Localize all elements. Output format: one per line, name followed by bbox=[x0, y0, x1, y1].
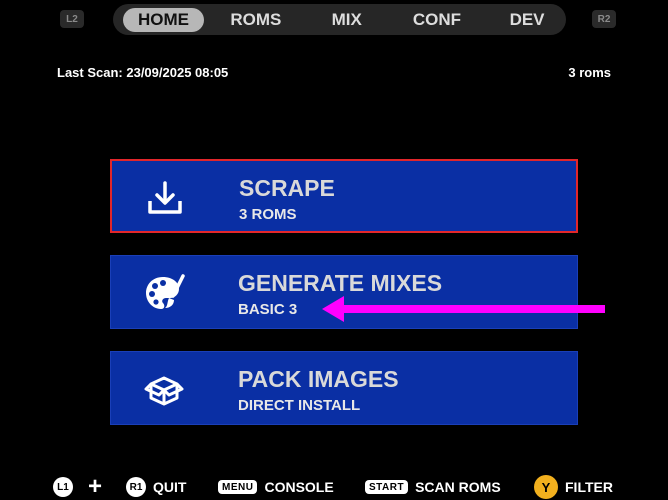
scrape-title: SCRAPE bbox=[239, 175, 335, 201]
pack-images-subtitle: DIRECT INSTALL bbox=[238, 397, 361, 414]
scan-roms-label: SCAN ROMS bbox=[415, 479, 501, 495]
generate-mixes-title: GENERATE MIXES bbox=[238, 270, 443, 296]
download-icon bbox=[148, 181, 182, 214]
scrape-button[interactable]: SCRAPE 3 ROMS bbox=[110, 159, 578, 233]
console-label: CONSOLE bbox=[264, 479, 334, 495]
box-icon bbox=[144, 376, 184, 406]
quit-label: QUIT bbox=[153, 479, 187, 495]
generate-mixes-subtitle: BASIC 3 bbox=[238, 301, 298, 318]
tab-bar: HOME ROMS MIX CONF DEV bbox=[113, 4, 566, 35]
y-button-hint: Y bbox=[534, 475, 558, 499]
palette-icon bbox=[146, 274, 185, 309]
scrape-subtitle: 3 ROMS bbox=[239, 206, 297, 223]
annotation-arrow-icon bbox=[322, 296, 605, 322]
tab-mix[interactable]: MIX bbox=[308, 8, 386, 32]
pack-images-button[interactable]: PACK IMAGES DIRECT INSTALL bbox=[110, 351, 578, 425]
tab-home[interactable]: HOME bbox=[123, 7, 204, 32]
r1-button-hint: R1 bbox=[126, 477, 146, 497]
pack-images-title: PACK IMAGES bbox=[238, 366, 399, 392]
tab-roms[interactable]: ROMS bbox=[208, 8, 304, 32]
l2-shoulder-hint: L2 bbox=[60, 10, 84, 28]
footer-hints: L1 + R1 QUIT MENU CONSOLE START SCAN ROM… bbox=[0, 474, 668, 500]
tab-conf[interactable]: CONF bbox=[390, 8, 484, 32]
menu-key-hint: MENU bbox=[218, 480, 258, 494]
rom-count-text: 3 roms bbox=[568, 65, 611, 80]
last-scan-text: Last Scan: 23/09/2025 08:05 bbox=[57, 65, 229, 80]
plus-icon: + bbox=[88, 473, 103, 500]
tab-dev[interactable]: DEV bbox=[488, 8, 566, 32]
l1-button-hint: L1 bbox=[53, 477, 73, 497]
filter-label: FILTER bbox=[565, 479, 613, 495]
r2-shoulder-hint: R2 bbox=[592, 10, 616, 28]
start-key-hint: START bbox=[365, 480, 409, 494]
